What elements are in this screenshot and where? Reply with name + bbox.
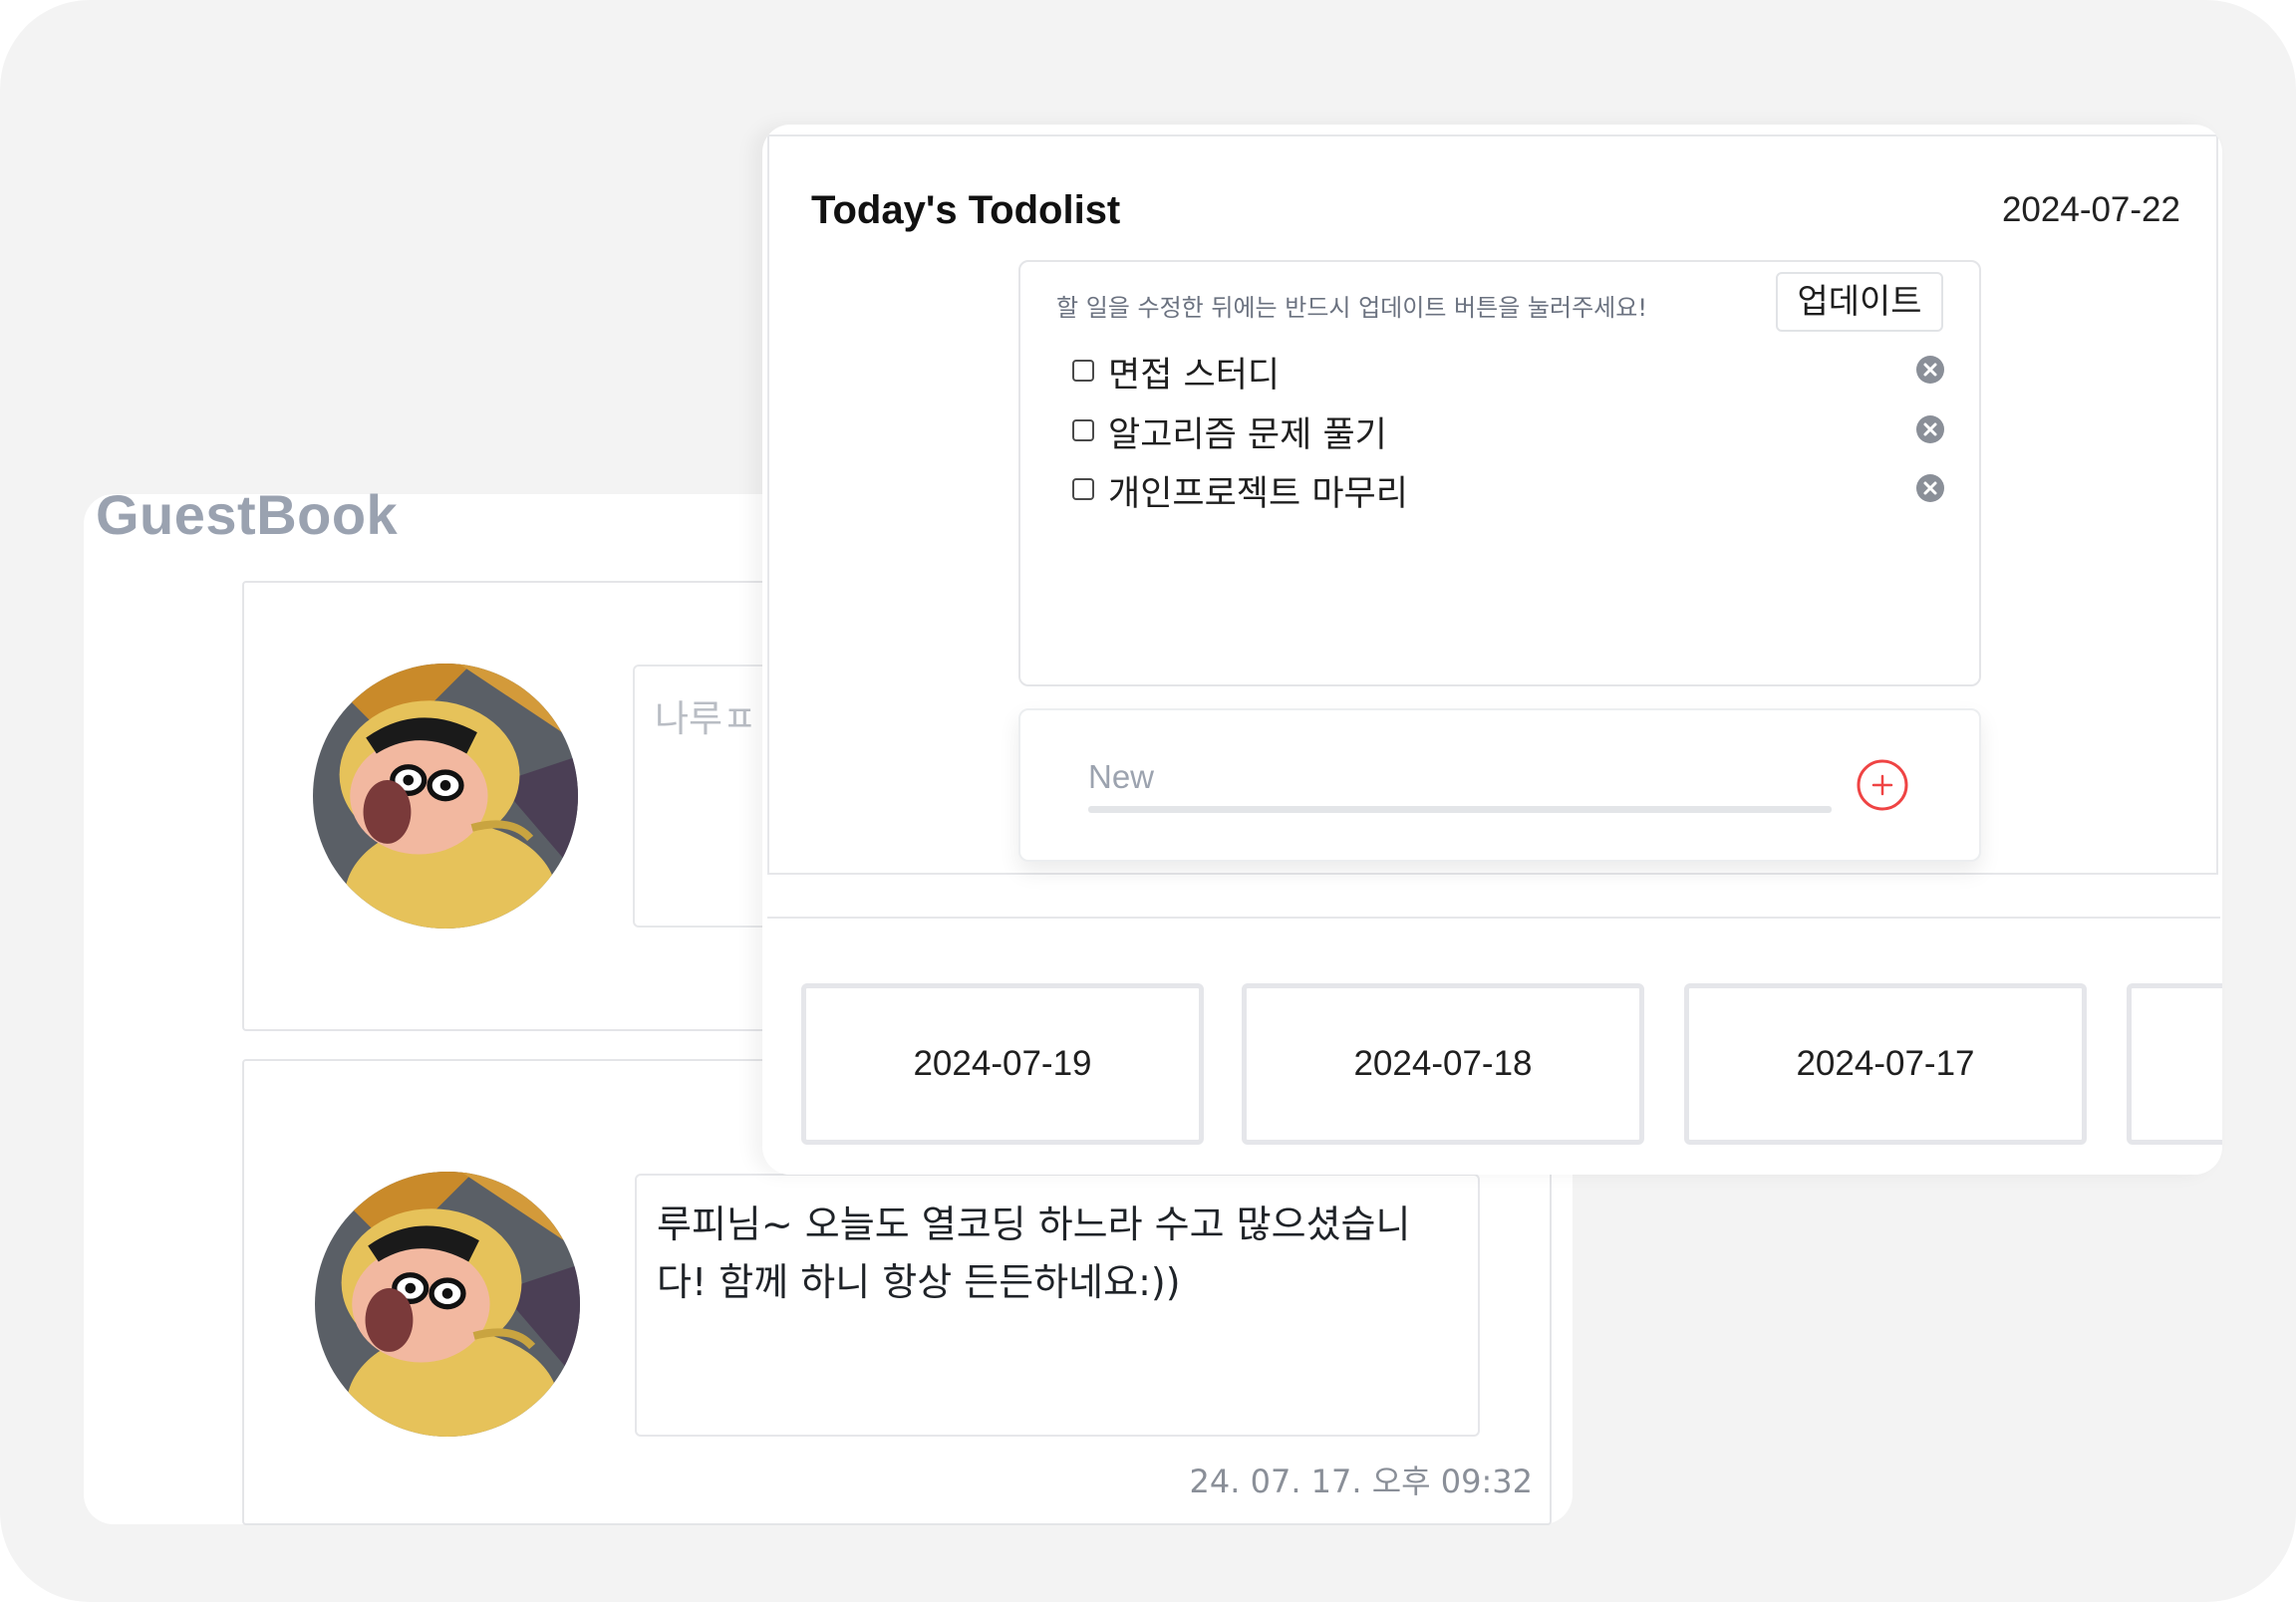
todolist-title: Today's Todolist — [811, 188, 1121, 232]
history-date-card[interactable]: 2024-07-18 — [1242, 983, 1644, 1145]
todolist-panel: Today's Todolist 2024-07-22 할 일을 수정한 뒤에는… — [762, 125, 2222, 1175]
todolist-date: 2024-07-22 — [2001, 190, 2180, 229]
todolist-card: Today's Todolist 2024-07-22 할 일을 수정한 뒤에는… — [767, 134, 2218, 875]
close-circle-icon[interactable] — [1915, 473, 1945, 503]
guestbook-title: GuestBook — [96, 483, 399, 546]
close-circle-icon[interactable] — [1915, 414, 1945, 444]
update-hint: 할 일을 수정한 뒤에는 반드시 업데이트 버튼을 눌러주세요! — [1056, 294, 1647, 322]
input-underline — [1088, 806, 1832, 813]
todo-list: 할 일을 수정한 뒤에는 반드시 업데이트 버튼을 눌러주세요! 업데이트 면접… — [1018, 260, 1981, 686]
todo-item-text[interactable]: 알고리즘 문제 풀기 — [1108, 406, 1387, 457]
plus-circle-icon[interactable] — [1856, 758, 1909, 812]
history-date-card[interactable] — [2127, 983, 2222, 1145]
avatar — [313, 664, 578, 929]
history-date-card[interactable]: 2024-07-19 — [801, 983, 1204, 1145]
avatar-image — [315, 1172, 580, 1437]
new-todo-form: New — [1018, 708, 1981, 862]
app-canvas: GuestBook 나루ㅍ 루피님~ 오늘도 열코딩 하느라 수고 많으셨습니다… — [0, 0, 2296, 1602]
guestbook-message[interactable]: 루피님~ 오늘도 열코딩 하느라 수고 많으셨습니다! 함께 하니 항상 든든하… — [635, 1174, 1480, 1437]
todo-item: 알고리즘 문제 풀기 — [1072, 406, 1944, 457]
todo-checkbox[interactable] — [1072, 478, 1094, 500]
todo-item-text[interactable]: 면접 스터디 — [1108, 347, 1280, 398]
todo-item-text[interactable]: 개인프로젝트 마무리 — [1108, 465, 1408, 516]
update-button[interactable]: 업데이트 — [1776, 272, 1943, 332]
todo-item: 개인프로젝트 마무리 — [1072, 465, 1944, 516]
todo-checkbox[interactable] — [1072, 419, 1094, 441]
avatar-image — [313, 664, 578, 929]
history-date-card[interactable]: 2024-07-17 — [1684, 983, 2087, 1145]
avatar — [315, 1172, 580, 1437]
history-strip: 2024-07-19 2024-07-18 2024-07-17 — [767, 917, 2222, 1175]
todo-item: 면접 스터디 — [1072, 347, 1944, 398]
new-todo-input[interactable]: New — [1088, 758, 1154, 796]
message-timestamp: 24. 07. 17. 오후 09:32 — [1189, 1463, 1533, 1500]
todo-checkbox[interactable] — [1072, 360, 1094, 382]
close-circle-icon[interactable] — [1915, 355, 1945, 385]
